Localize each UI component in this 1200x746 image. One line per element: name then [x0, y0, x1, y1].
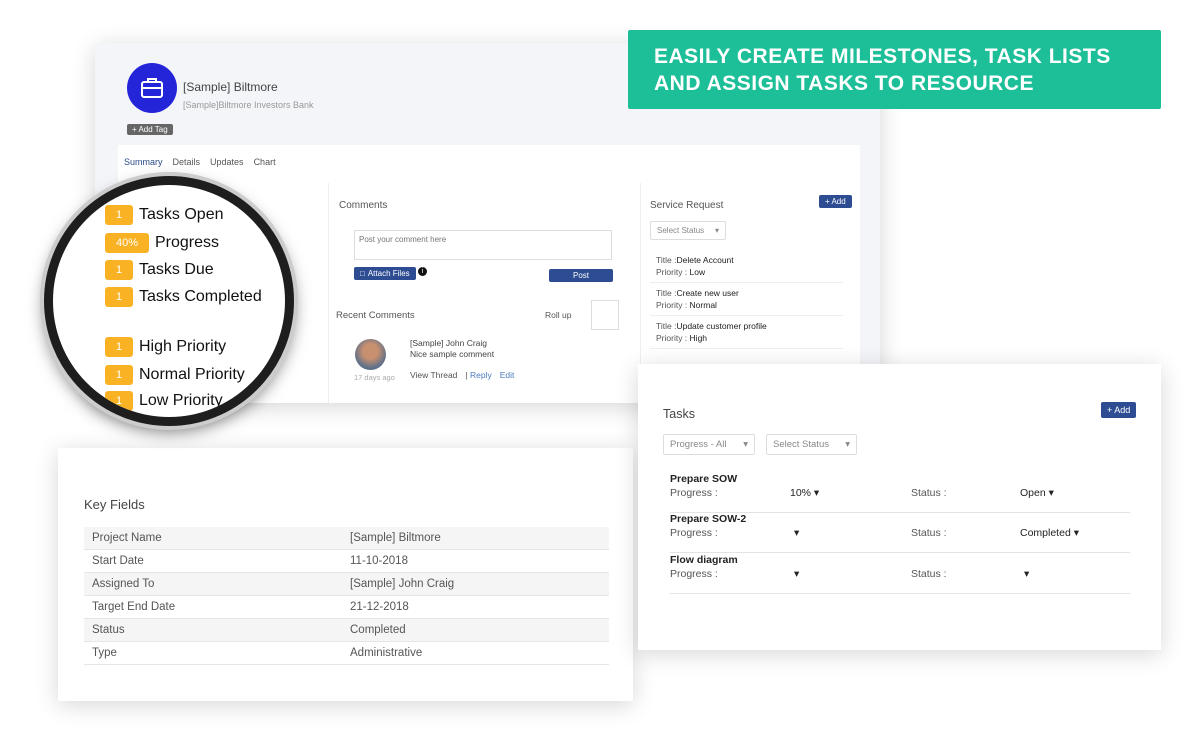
summary-item: 1 Low Priority [105, 391, 223, 411]
service-request-item[interactable]: Title :Delete Account Priority : Low [650, 250, 843, 283]
rollup-toggle[interactable] [591, 300, 619, 330]
progress-dropdown[interactable]: ▾ [794, 527, 799, 539]
caret-down-icon: ▾ [714, 226, 719, 235]
caret-down-icon: ▾ [845, 439, 850, 450]
project-subtitle: [Sample]Biltmore Investors Bank [183, 100, 314, 110]
progress-filter-select[interactable]: Progress - All ▾ [663, 434, 755, 455]
tasks-card: Tasks + Add Progress - All ▾ Select Statu… [638, 364, 1161, 650]
attach-files-button[interactable]: □ Attach Files [354, 267, 416, 280]
comment-time: 17 days ago [354, 373, 395, 382]
comment-author: [Sample] John Craig [410, 338, 488, 348]
service-request-item[interactable]: Title :Update customer profile Priority :… [650, 316, 843, 349]
add-service-request-button[interactable]: + Add [819, 195, 852, 208]
promo-banner: EASILY CREATE MILESTONES, TASK LISTS AND… [628, 30, 1161, 109]
reply-link[interactable]: Reply [470, 370, 492, 380]
progress-dropdown[interactable]: ▾ [794, 568, 799, 580]
rollup-label: Roll up [545, 310, 572, 320]
comment-text: Nice sample comment [410, 349, 495, 359]
tab-bar: Summary Details Updates Chart [124, 157, 276, 167]
key-fields-table: Project Name [Sample] Biltmore Start Date… [84, 527, 609, 665]
task-row[interactable]: Flow diagram Progress : ▾ Status : ▾ [670, 554, 1130, 594]
key-field-row: Status Completed [84, 619, 609, 642]
caret-down-icon: ▾ [743, 439, 748, 450]
comments-heading: Comments [339, 200, 388, 211]
commenter-avatar [355, 339, 386, 370]
key-fields-heading: Key Fields [84, 497, 145, 512]
tasks-heading: Tasks [663, 407, 695, 421]
status-filter-select[interactable]: Select Status ▾ [766, 434, 857, 455]
summary-item: 1 Tasks Open [105, 205, 223, 225]
tab-details[interactable]: Details [173, 157, 201, 167]
edit-link[interactable]: Edit [500, 370, 515, 380]
laptop-icon: □ [360, 269, 365, 278]
key-field-row: Assigned To [Sample] John Craig [84, 573, 609, 596]
key-field-row: Target End Date 21-12-2018 [84, 596, 609, 619]
key-field-row: Project Name [Sample] Biltmore [84, 527, 609, 550]
add-task-button[interactable]: + Add [1101, 402, 1137, 418]
summary-item: 1 Normal Priority [105, 365, 245, 385]
project-title: [Sample] Biltmore [183, 80, 278, 94]
service-request-list: Title :Delete Account Priority : Low Titl… [650, 250, 843, 349]
summary-item: 1 Tasks Completed [105, 287, 262, 307]
status-dropdown[interactable]: Completed ▾ [1020, 527, 1079, 539]
service-request-heading: Service Request [650, 200, 724, 211]
progress-dropdown[interactable]: 10% ▾ [790, 487, 819, 499]
banner-line-1: EASILY CREATE MILESTONES, TASK LISTS [654, 45, 1111, 68]
summary-item: 1 High Priority [105, 337, 226, 357]
banner-line-2: AND ASSIGN TASKS TO RESOURCE [654, 72, 1034, 95]
comment-item: [Sample] John Craig Nice sample comment [410, 338, 494, 360]
post-button[interactable]: Post [549, 269, 613, 282]
magnifier-summary: 1 Tasks Open 40% Progress 1 Tasks Due 1 Task… [44, 176, 294, 426]
view-thread-link[interactable]: View Thread [410, 370, 457, 380]
comment-actions: View Thread | Reply Edit [410, 370, 515, 380]
add-tag-button[interactable]: + Add Tag [127, 124, 173, 135]
summary-item: 40% Progress [105, 233, 219, 253]
key-fields-card: Key Fields Project Name [Sample] Biltmore… [58, 448, 633, 701]
project-avatar [127, 63, 177, 113]
tab-updates[interactable]: Updates [210, 157, 244, 167]
recent-comments-heading: Recent Comments [336, 310, 415, 321]
task-row[interactable]: Prepare SOW Progress : 10% ▾ Status : Op… [670, 473, 1130, 513]
key-field-row: Start Date 11-10-2018 [84, 550, 609, 573]
status-dropdown[interactable]: Open ▾ [1020, 487, 1054, 499]
tab-summary[interactable]: Summary [124, 157, 163, 167]
status-dropdown[interactable]: ▾ [1024, 568, 1029, 580]
key-field-row: Type Administrative [84, 642, 609, 665]
service-request-item[interactable]: Title :Create new user Priority : Normal [650, 283, 843, 316]
tab-chart[interactable]: Chart [254, 157, 276, 167]
info-icon[interactable]: i [418, 267, 427, 276]
summary-item: 1 Tasks Due [105, 260, 214, 280]
briefcase-icon [141, 78, 163, 98]
service-status-select[interactable]: Select Status ▾ [650, 221, 726, 240]
task-row[interactable]: Prepare SOW-2 Progress : ▾ Status : Comp… [670, 513, 1130, 553]
comment-input[interactable] [354, 230, 612, 260]
